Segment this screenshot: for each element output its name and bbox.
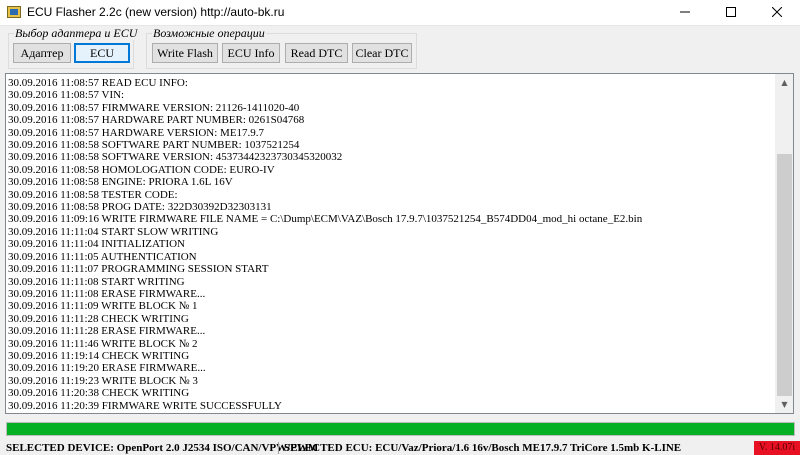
log-line: 30.09.2016 11:08:57 READ ECU INFO:	[8, 77, 188, 89]
log-line: 30.09.2016 11:11:07 PROGRAMMING SESSION …	[8, 263, 269, 276]
log-line: 30.09.2016 11:08:57 HARDWARE PART NUMBER…	[8, 114, 305, 127]
log-textbox[interactable]: 30.09.2016 11:08:57 READ ECU INFO: 30.09.…	[5, 73, 794, 414]
scroll-thumb[interactable]	[777, 154, 792, 396]
adapter-button[interactable]: Адаптер	[13, 43, 71, 63]
log-line: 30.09.2016 11:08:58 SOFTWARE PART NUMBER…	[8, 139, 300, 152]
log-line: 30.09.2016 11:20:39 FIRMWARE WRITE SUCCE…	[8, 399, 282, 412]
log-line: 30.09.2016 11:19:20 ERASE FIRMWARE...	[8, 362, 206, 375]
scroll-down-icon[interactable]: ▼	[776, 396, 793, 413]
log-line: 30.09.2016 11:11:04 INITIALIZATION	[8, 238, 185, 251]
log-line: 30.09.2016 11:08:58 ENGINE: PRIORA 1.6L …	[8, 176, 233, 189]
log-line: 30.09.2016 11:09:16 WRITE FIRMWARE FILE …	[8, 213, 643, 226]
selected-ecu-label: SELECTED ECU: ECU/Vaz/Priora/1.6 16v/Bos…	[284, 442, 682, 454]
log-line: 30.09.2016 11:19:23 WRITE BLOCK № 3	[8, 374, 198, 387]
log-line: 30.09.2016 11:11:28 CHECK WRITING	[8, 312, 189, 325]
minimize-button[interactable]	[662, 0, 708, 25]
log-line: 30.09.2016 11:20:38 CHECK WRITING	[8, 387, 190, 400]
log-line: 30.09.2016 11:11:28 ERASE FIRMWARE...	[8, 325, 206, 338]
log-line: 30.09.2016 11:11:05 AUTHENTICATION	[8, 250, 197, 263]
read-dtc-button[interactable]: Read DTC	[285, 43, 348, 63]
log-line: 30.09.2016 11:08:58 HOMOLOGATION CODE: E…	[8, 163, 275, 176]
ecu-button[interactable]: ECU	[74, 43, 130, 63]
log-line: 30.09.2016 11:08:57 HARDWARE VERSION: ME…	[8, 126, 265, 139]
log-line: 30.09.2016 11:08:57 FIRMWARE VERSION: 21…	[8, 101, 300, 114]
maximize-icon	[726, 7, 736, 17]
maximize-button[interactable]	[708, 0, 754, 25]
selected-device-label: SELECTED DEVICE: OpenPort 2.0 J2534 ISO/…	[6, 442, 319, 454]
ecu-info-button[interactable]: ECU Info	[222, 43, 280, 63]
progress-bar	[6, 422, 795, 436]
status-bar: SELECTED DEVICE: OpenPort 2.0 J2534 ISO/…	[0, 441, 800, 455]
log-line: 30.09.2016 11:19:14 CHECK WRITING	[8, 349, 190, 362]
log-line: 30.09.2016 11:08:58 PROG DATE: 322D30392…	[8, 201, 272, 214]
close-button[interactable]	[754, 0, 800, 25]
window-title: ECU Flasher 2.2c (new version) http://au…	[27, 5, 285, 19]
log-line: 30.09.2016 11:08:58 SOFTWARE VERSION: 45…	[8, 151, 343, 164]
log-line: 30.09.2016 11:11:09 WRITE BLOCK № 1	[8, 300, 198, 313]
write-flash-button[interactable]: Write Flash	[152, 43, 218, 63]
operations-group-label: Возможные операции	[152, 26, 266, 40]
status-divider	[278, 442, 279, 454]
version-badge: V. 14.07i	[754, 441, 800, 455]
log-lines: 30.09.2016 11:08:57 READ ECU INFO: 30.09.…	[8, 77, 773, 412]
adapter-ecu-group-label: Выбор адаптера и ECU	[14, 26, 139, 40]
app-icon	[7, 6, 21, 18]
title-bar: ECU Flasher 2.2c (new version) http://au…	[0, 0, 800, 26]
log-line: 30.09.2016 11:08:58 TESTER CODE:	[8, 188, 178, 201]
log-line: 30.09.2016 11:11:08 ERASE FIRMWARE...	[8, 287, 206, 300]
log-line: 30.09.2016 11:11:08 START WRITING	[8, 275, 185, 288]
minimize-icon	[680, 11, 690, 13]
scroll-up-icon[interactable]: ▲	[776, 74, 793, 91]
log-scrollbar[interactable]: ▲ ▼	[775, 74, 793, 413]
log-line: 30.09.2016 11:11:04 START SLOW WRITING	[8, 225, 219, 238]
log-line: 30.09.2016 11:08:57 VIN:	[8, 89, 125, 102]
clear-dtc-button[interactable]: Clear DTC	[352, 43, 412, 63]
progress-fill	[7, 423, 794, 435]
close-icon	[771, 6, 783, 18]
log-line: 30.09.2016 11:11:46 WRITE BLOCK № 2	[8, 337, 198, 350]
